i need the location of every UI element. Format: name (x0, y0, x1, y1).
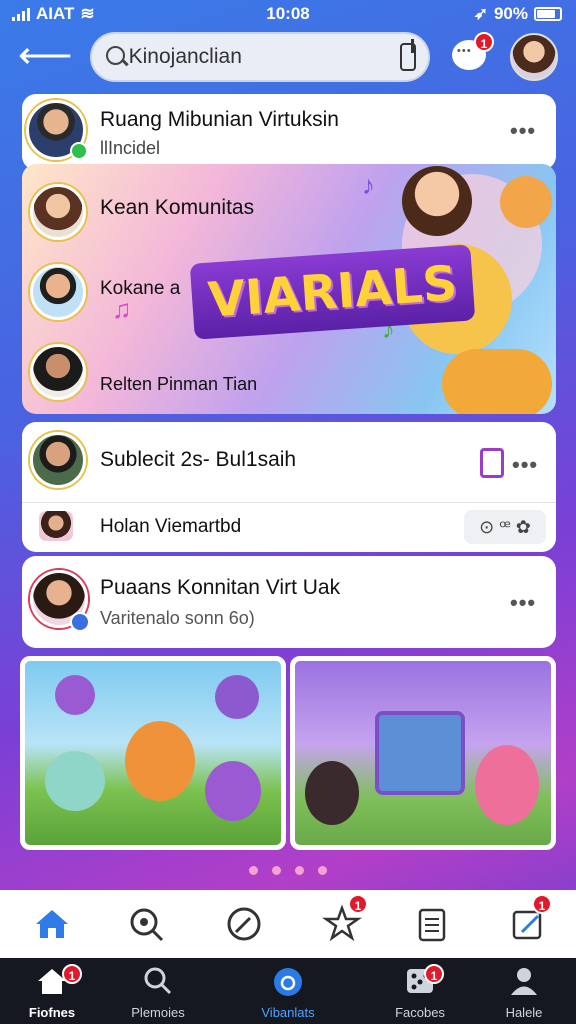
search-icon (104, 44, 125, 70)
card-subtitle: Varitenalo sonn 6o) (100, 608, 255, 628)
cartoon-bear-illustration (125, 721, 195, 801)
card-title[interactable]: Relten Pinman Tian (100, 374, 257, 395)
nav-profile[interactable]: Halele (476, 964, 572, 1022)
clipboard-icon[interactable] (412, 904, 452, 944)
home-icon[interactable] (32, 904, 72, 944)
cartoon-creature-illustration (215, 675, 259, 719)
share-icon[interactable] (399, 39, 416, 71)
status-bar: AIAT ≋ 10:08 ➶ 90% (0, 0, 576, 28)
person-icon (508, 966, 540, 996)
nav-label: Vibanlats (261, 1005, 315, 1020)
group-card-3[interactable]: Puaans Konnitan Virt Uak Varitenalo sonn… (22, 556, 556, 648)
avatar (30, 344, 86, 400)
avatar (30, 184, 86, 240)
group-card-1[interactable]: Ruang Mibunian Virtuksin llIncidel ••• (22, 94, 556, 170)
cartoon-creature-illustration (55, 675, 95, 715)
compass-icon[interactable] (224, 904, 264, 944)
page-dot[interactable] (272, 866, 281, 875)
nav-vibanlats[interactable]: Vibanlats (240, 964, 336, 1022)
page-dot[interactable] (249, 866, 258, 875)
avatar (36, 508, 76, 544)
cartoon-cat-illustration (205, 761, 261, 821)
battery-label: 90% (493, 4, 528, 23)
nav-home[interactable]: 1 Fiofnes (4, 964, 100, 1022)
star-icon[interactable]: 1 (322, 894, 368, 944)
notification-badge: 1 (532, 894, 552, 914)
nav-label: Facobes (395, 1005, 445, 1020)
explore-icon[interactable] (126, 904, 166, 944)
more-icon[interactable]: ••• (512, 452, 538, 478)
card-title[interactable]: Kean Komunitas (100, 196, 254, 220)
group-card-2[interactable]: Sublecit 2s- Bul1saih ••• Holan Viemartb… (22, 422, 556, 552)
more-icon[interactable]: ••• (510, 590, 536, 616)
edit-icon[interactable]: 1 (508, 894, 552, 944)
page-dot[interactable] (295, 866, 304, 875)
avatar (30, 264, 86, 320)
cartoon-squirrel-illustration (442, 349, 552, 414)
pagination-dots (0, 866, 576, 875)
bottom-nav-bar: 1 Fiofnes Plemoies Vibanlats 1 Facobes H… (0, 958, 576, 1024)
nav-explore[interactable]: Plemoies (110, 964, 206, 1022)
page-dot[interactable] (318, 866, 327, 875)
cartoon-bear-illustration (305, 761, 359, 825)
card-title: Holan Viemartbd (100, 516, 242, 537)
avatar (30, 432, 86, 488)
media-thumbnail-1[interactable] (20, 656, 286, 850)
back-arrow-icon[interactable]: ⟵ (18, 37, 72, 78)
search-input[interactable] (128, 45, 400, 69)
divider (22, 502, 556, 503)
verified-icon (70, 612, 90, 632)
cartoon-girl-illustration (402, 166, 472, 236)
bookmark-icon[interactable] (480, 448, 504, 478)
battery-icon (534, 7, 562, 21)
notification-badge: 1 (348, 894, 368, 914)
location-icon: ➶ (473, 4, 488, 23)
status-right: ➶ 90% (474, 4, 562, 24)
chat-badge: 1 (474, 32, 494, 52)
card-title: Puaans Konnitan Virt Uak (100, 576, 341, 599)
music-icon (272, 966, 304, 996)
top-bar: ⟵ 1 (0, 28, 576, 88)
settings-icon[interactable]: ⊙ ꟹ ✿ (464, 510, 546, 544)
verified-icon (70, 142, 88, 160)
nav-label: Plemoies (131, 1005, 185, 1020)
nav-facobes[interactable]: 1 Facobes (372, 964, 468, 1022)
music-note-icon: ♪ (362, 170, 375, 200)
nav-label: Fiofnes (28, 1005, 76, 1020)
cartoon-hippo-illustration (45, 751, 105, 811)
card-subtitle: llIncidel (100, 138, 161, 158)
more-icon[interactable]: ••• (510, 118, 536, 144)
nav-label: Halele (505, 1005, 543, 1020)
cartoon-fox-illustration (500, 176, 552, 228)
card-title[interactable]: Kokane a (100, 278, 180, 300)
cartoon-pig-illustration (475, 745, 539, 825)
card-title: Sublecit 2s- Bul1saih (100, 448, 297, 471)
card-title: Ruang Mibunian Virtuksin (100, 108, 339, 131)
top-nav-bar: 1 1 (0, 890, 576, 958)
notification-badge: 1 (62, 964, 82, 984)
notification-badge: 1 (424, 964, 444, 984)
search-bar[interactable] (90, 32, 430, 82)
chat-icon[interactable]: 1 (452, 32, 494, 70)
profile-avatar[interactable] (510, 33, 558, 81)
cartoon-box-illustration (375, 711, 465, 795)
search-icon (142, 966, 174, 996)
media-thumbnail-2[interactable] (290, 656, 556, 850)
